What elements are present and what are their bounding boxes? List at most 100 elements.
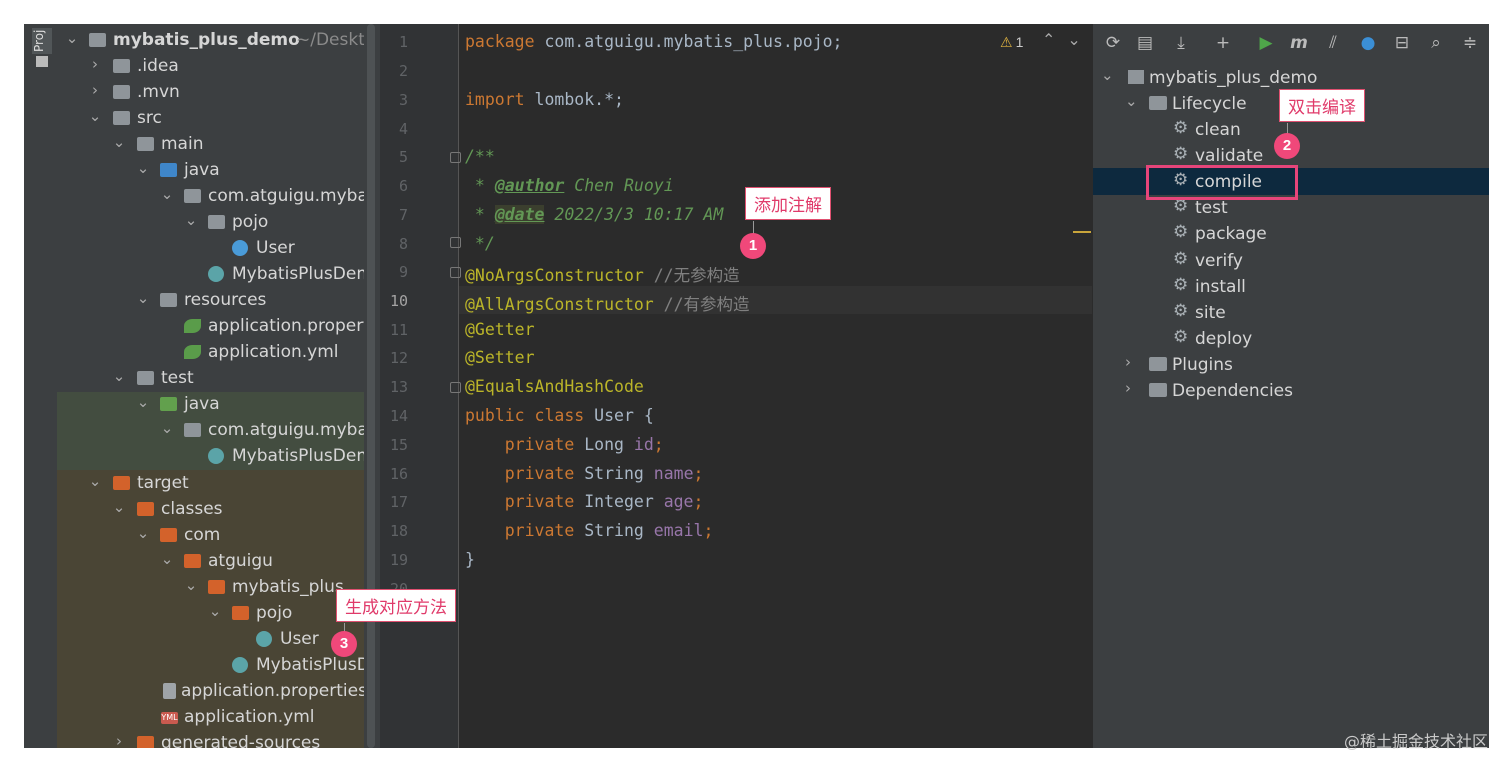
chevron-down-icon[interactable]: ⌄ [112, 367, 126, 385]
skip-tests-icon[interactable]: ● [1358, 33, 1378, 53]
code-line-14[interactable]: public class User { [465, 406, 654, 425]
tree-item-atguigu[interactable]: ⌄ atguigu [57, 548, 364, 574]
tree-item-test[interactable]: ⌄ test [57, 365, 364, 391]
maven-dependencies[interactable]: › Dependencies [1093, 378, 1489, 404]
tree-item-target[interactable]: ⌄ target [57, 470, 364, 496]
tree-item-resources[interactable]: ⌄ resources [57, 287, 364, 313]
maven-goal-icon[interactable]: m [1289, 33, 1309, 53]
download-icon[interactable]: ⤓ [1171, 33, 1191, 53]
run-icon[interactable]: ▶ [1256, 33, 1276, 53]
tree-item-target-app-class[interactable]: MybatisPlusD [57, 652, 364, 678]
tree-item-src[interactable]: ⌄ src [57, 105, 364, 131]
lifecycle-phase-deploy[interactable]: ⚙ deploy [1093, 326, 1489, 352]
chevron-down-icon[interactable]: ⌄ [88, 107, 102, 125]
chevron-down-icon[interactable]: ⌄ [160, 419, 174, 437]
fold-marker-icon[interactable] [450, 152, 461, 163]
tree-item-test-package[interactable]: ⌄ com.atguigu.mybat [57, 417, 364, 443]
tree-item-target-pojo[interactable]: ⌄ pojo [57, 600, 364, 626]
reload-icon[interactable]: ⟳ [1103, 33, 1123, 53]
chevron-down-icon[interactable]: ⌄ [1067, 32, 1092, 49]
maven-project[interactable]: ⌄ mybatis_plus_demo [1093, 65, 1489, 91]
code-line-5[interactable]: /** [465, 147, 495, 166]
lifecycle-phase-package[interactable]: ⚙ package [1093, 221, 1489, 247]
tree-item-root[interactable]: ⌄ mybatis_plus_demo ~/Deskto [57, 27, 364, 53]
tree-item-mvn[interactable]: › .mvn [57, 79, 364, 105]
chevron-right-icon[interactable]: › [88, 55, 102, 73]
lifecycle-phase-verify[interactable]: ⚙ verify [1093, 248, 1489, 274]
code-line-9[interactable]: @NoArgsConstructor //无参构造 [465, 262, 740, 286]
chevron-down-icon[interactable]: ⌄ [160, 185, 174, 203]
maven-plugins[interactable]: › Plugins [1093, 352, 1489, 378]
fold-marker-icon[interactable] [450, 382, 461, 393]
chevron-right-icon[interactable]: › [112, 732, 126, 748]
tree-item-mybatis-plus[interactable]: ⌄ mybatis_plus [57, 574, 364, 600]
code-line-11[interactable]: @Getter [465, 320, 535, 339]
lifecycle-phase-install[interactable]: ⚙ install [1093, 274, 1489, 300]
code-editor[interactable]: 1234567891011121314151617181920 package … [380, 24, 1092, 748]
chevron-down-icon[interactable]: ⌄ [184, 576, 198, 594]
chevron-down-icon[interactable]: ⌄ [88, 472, 102, 490]
project-scrollbar[interactable] [364, 24, 380, 748]
lifecycle-phase-site[interactable]: ⚙ site [1093, 300, 1489, 326]
add-icon[interactable]: + [1213, 33, 1233, 53]
tree-item-test-java[interactable]: ⌄ java [57, 391, 364, 417]
scrollbar-thumb[interactable] [367, 24, 375, 748]
chevron-down-icon[interactable]: ⌄ [136, 524, 150, 542]
code-line-6[interactable]: * @author Chen Ruoyi [465, 176, 674, 195]
tree-item-package[interactable]: ⌄ com.atguigu.mybat [57, 183, 364, 209]
tree-item-pojo[interactable]: ⌄ pojo [57, 209, 364, 235]
chevron-right-icon[interactable]: › [1125, 353, 1139, 371]
tree-item-target-properties[interactable]: application.properties [57, 678, 364, 704]
tree-item-app-yml[interactable]: application.yml [57, 339, 364, 365]
chevron-down-icon[interactable]: ⌄ [136, 159, 150, 177]
chevron-down-icon[interactable]: ⌄ [1101, 66, 1115, 84]
code-line-19[interactable]: } [465, 550, 475, 569]
code-line-7[interactable]: * @date 2022/3/3 10:17 AM [465, 205, 723, 224]
chevron-down-icon[interactable]: ⌄ [1125, 92, 1139, 110]
search-icon[interactable]: ⌕ [1426, 33, 1446, 53]
fold-marker-icon[interactable] [450, 237, 461, 248]
chevron-down-icon[interactable]: ⌄ [208, 602, 222, 620]
fold-marker-icon[interactable] [450, 267, 461, 278]
chevron-right-icon[interactable]: › [1125, 379, 1139, 397]
tree-item-com[interactable]: ⌄ com [57, 522, 364, 548]
chevron-down-icon[interactable]: ⌄ [136, 289, 150, 307]
tree-item-main[interactable]: ⌄ main [57, 131, 364, 157]
folder-icon[interactable] [36, 56, 48, 67]
tree-item-test-class[interactable]: MybatisPlusDem [57, 443, 364, 469]
chevron-down-icon[interactable]: ⌄ [112, 498, 126, 516]
tree-item-target-user[interactable]: User [57, 626, 364, 652]
code-line-13[interactable]: @EqualsAndHashCode [465, 377, 644, 396]
inspection-widget[interactable]: ⚠ 1 [1000, 34, 1023, 51]
show-dependencies-icon[interactable]: ⊟ [1392, 33, 1412, 53]
tree-item-app-class[interactable]: MybatisPlusDem [57, 261, 364, 287]
chevron-down-icon[interactable]: ⌄ [112, 133, 126, 151]
tree-item-target-yml[interactable]: YML application.yml [57, 704, 364, 730]
tree-item-classes[interactable]: ⌄ classes [57, 496, 364, 522]
toggle-offline-icon[interactable]: ⫽ [1323, 33, 1343, 53]
chevron-down-icon[interactable]: ⌄ [184, 211, 198, 229]
tree-item-java[interactable]: ⌄ java [57, 157, 364, 183]
project-tool-tab[interactable]: Proj [32, 28, 52, 54]
code-line-15[interactable]: private Long id; [465, 435, 664, 454]
error-stripe-mark[interactable] [1073, 231, 1091, 233]
code-line-8[interactable]: */ [465, 234, 495, 253]
code-line-17[interactable]: private Integer age; [465, 492, 704, 511]
collapse-all-icon[interactable]: ≑ [1460, 33, 1480, 53]
code-line-1[interactable]: package com.atguigu.mybatis_plus.pojo; [465, 32, 843, 51]
chevron-right-icon[interactable]: › [88, 81, 102, 99]
chevron-down-icon[interactable]: ⌄ [65, 29, 79, 47]
chevron-up-icon[interactable]: ⌃ [1042, 32, 1067, 49]
tree-item-idea[interactable]: › .idea [57, 53, 364, 79]
generate-sources-icon[interactable]: ▤ [1135, 33, 1155, 53]
tree-item-user[interactable]: User [57, 235, 364, 261]
code-line-18[interactable]: private String email; [465, 521, 714, 540]
chevron-down-icon[interactable]: ⌄ [136, 393, 150, 411]
code-line-16[interactable]: private String name; [465, 464, 704, 483]
chevron-down-icon[interactable]: ⌄ [160, 550, 174, 568]
tree-item-generated-sources[interactable]: › generated-sources [57, 730, 364, 748]
code-line-3[interactable]: import lombok.*; [465, 90, 624, 109]
code-line-10[interactable]: @AllArgsConstructor //有参构造 [465, 291, 750, 315]
code-line-12[interactable]: @Setter [465, 348, 535, 367]
tree-item-app-properties[interactable]: application.propert [57, 313, 364, 339]
